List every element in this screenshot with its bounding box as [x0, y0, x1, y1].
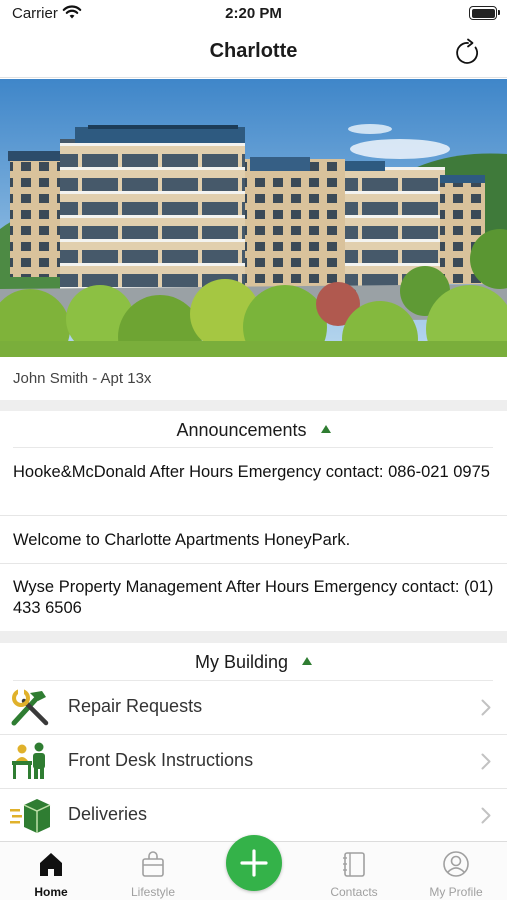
status-bar: Carrier 2:20 PM	[0, 0, 507, 30]
chevron-right-icon	[481, 753, 491, 770]
announcement-item[interactable]: Wyse Property Management After Hours Eme…	[13, 577, 495, 619]
notebook-icon	[343, 852, 365, 877]
tools-icon	[11, 689, 49, 726]
my-building-title: My Building	[194, 652, 289, 672]
plus-icon	[240, 849, 268, 877]
section-divider	[0, 631, 507, 643]
my-building-header[interactable]: My Building	[0, 652, 507, 673]
row-divider	[0, 515, 507, 516]
tab-lifestyle[interactable]: Lifestyle	[113, 842, 193, 900]
home-icon	[40, 853, 62, 876]
building-photo	[0, 79, 507, 357]
package-icon	[10, 799, 51, 833]
announcements-header[interactable]: Announcements	[0, 420, 507, 441]
section-divider	[0, 400, 507, 411]
navigation-bar: Charlotte	[0, 30, 507, 78]
page-title: Charlotte	[209, 40, 298, 62]
tenant-info: John Smith - Apt 13x	[0, 357, 507, 400]
tab-contacts[interactable]: Contacts	[314, 842, 394, 900]
bag-icon	[142, 851, 164, 877]
tenant-label: John Smith - Apt 13x	[13, 370, 152, 387]
profile-icon	[443, 851, 469, 877]
chevron-right-icon	[481, 807, 491, 824]
row-divider	[0, 563, 507, 564]
clock: 2:20 PM	[225, 5, 282, 22]
refresh-icon[interactable]	[453, 38, 483, 68]
announcements-title: Announcements	[176, 420, 307, 440]
front-desk-instructions-label: Front Desk Instructions	[68, 750, 254, 770]
deliveries-label: Deliveries	[68, 804, 148, 824]
tab-my-profile[interactable]: My Profile	[416, 842, 496, 900]
header-divider	[13, 447, 493, 448]
tab-lifestyle-label: Lifestyle	[130, 885, 176, 899]
tab-home-label: Home	[34, 885, 68, 899]
add-button[interactable]	[226, 835, 282, 891]
announcement-item[interactable]: Hooke&McDonald After Hours Emergency con…	[13, 462, 495, 483]
collapse-caret-icon[interactable]	[320, 425, 331, 433]
tab-home[interactable]: Home	[11, 842, 91, 900]
chevron-right-icon	[481, 699, 491, 716]
front-desk-instructions-item[interactable]: Front Desk Instructions	[0, 735, 507, 788]
tab-contacts-label: Contacts	[330, 885, 378, 899]
tab-my-profile-label: My Profile	[429, 885, 483, 899]
front-desk-icon	[12, 742, 45, 779]
battery-icon	[469, 6, 500, 20]
collapse-caret-icon[interactable]	[302, 657, 313, 665]
repair-requests-label: Repair Requests	[68, 696, 203, 716]
announcement-item[interactable]: Welcome to Charlotte Apartments HoneyPar…	[13, 530, 495, 551]
repair-requests-item[interactable]: Repair Requests	[0, 681, 507, 734]
